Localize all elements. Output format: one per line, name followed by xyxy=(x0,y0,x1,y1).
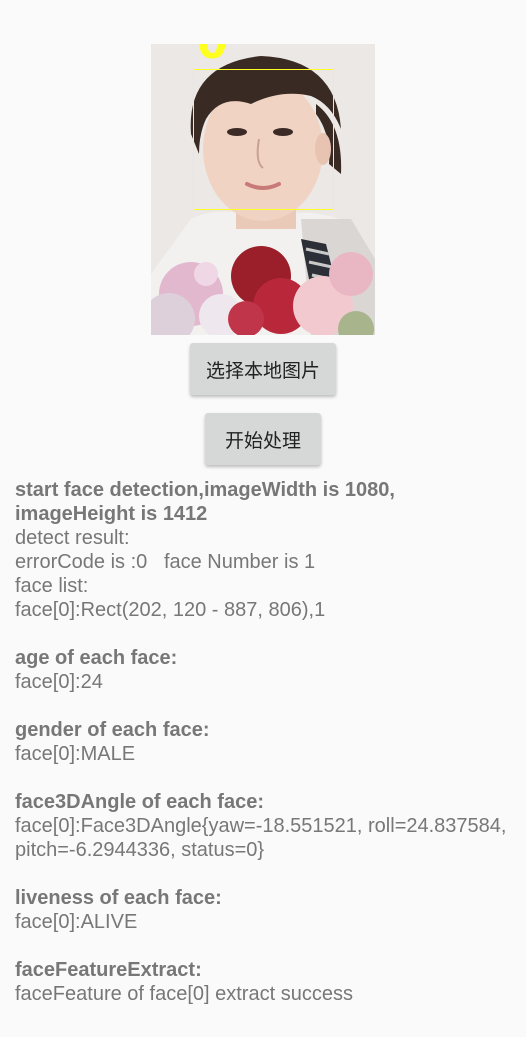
log-angle-value: face[0]:Face3DAngle{yaw=-18.551521, roll… xyxy=(15,815,513,861)
log-gender-title: gender of each face: xyxy=(15,719,210,741)
start-processing-button[interactable]: 开始处理 xyxy=(205,413,321,465)
log-header: start face detection,imageWidth is 1080,… xyxy=(15,479,401,525)
log-feature-value: faceFeature of face[0] extract success xyxy=(15,983,353,1005)
log-angle-title: face3DAngle of each face: xyxy=(15,791,264,813)
log-spacer xyxy=(15,934,520,958)
log-age-value: face[0]:24 xyxy=(15,671,103,693)
log-age-title: age of each face: xyxy=(15,647,178,669)
selected-photo: 0 xyxy=(151,44,375,335)
log-spacer xyxy=(15,766,520,790)
log-spacer xyxy=(15,694,520,718)
log-feature-title: faceFeatureExtract: xyxy=(15,959,202,981)
face-demo-screen: 0 选择本地图片 开始处理 start face detection,image… xyxy=(0,0,526,1037)
log-error-code: errorCode is :0 face Number is 1 xyxy=(15,551,316,573)
log-face-rect: face[0]:Rect(202, 120 - 887, 806),1 xyxy=(15,599,326,621)
face-index-label: 0 xyxy=(197,44,228,66)
log-spacer xyxy=(15,622,520,646)
log-liveness-title: liveness of each face: xyxy=(15,887,222,909)
log-spacer xyxy=(15,862,520,886)
log-detect-result: detect result: xyxy=(15,527,130,549)
select-local-image-button[interactable]: 选择本地图片 xyxy=(190,343,336,395)
result-log: start face detection,imageWidth is 1080,… xyxy=(15,478,520,1006)
log-face-list-label: face list: xyxy=(15,575,89,597)
face-bounding-box xyxy=(193,69,334,210)
log-gender-value: face[0]:MALE xyxy=(15,743,136,765)
log-liveness-value: face[0]:ALIVE xyxy=(15,911,138,933)
